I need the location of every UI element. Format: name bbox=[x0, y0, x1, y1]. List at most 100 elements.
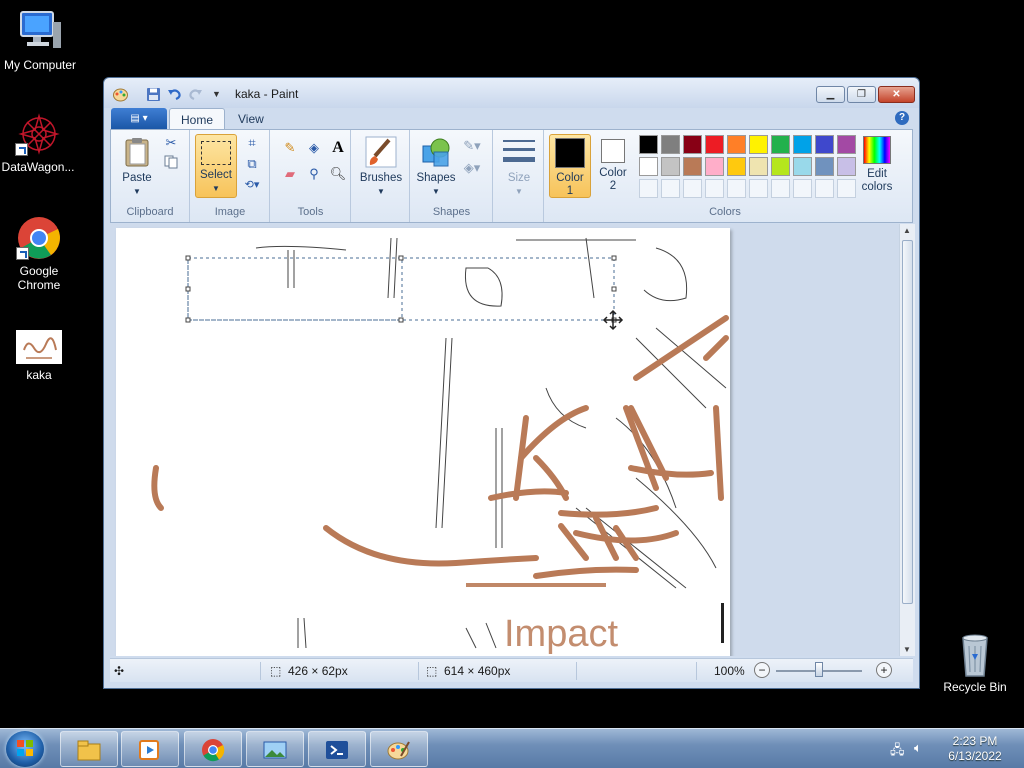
taskbar-media-player[interactable] bbox=[121, 731, 179, 767]
desktop-icon-kaka[interactable]: kaka bbox=[0, 330, 79, 382]
palette-custom-slot[interactable] bbox=[639, 179, 658, 198]
palette-color-swatch[interactable] bbox=[683, 157, 702, 176]
eraser-icon[interactable]: ▰ bbox=[279, 164, 301, 184]
taskbar-chrome[interactable] bbox=[184, 731, 242, 767]
palette-custom-slot[interactable] bbox=[683, 179, 702, 198]
customize-qat-icon[interactable]: ▼ bbox=[209, 87, 224, 102]
select-rectangle-icon bbox=[201, 141, 231, 165]
powershell-icon bbox=[325, 738, 349, 762]
help-icon[interactable]: ? bbox=[895, 111, 909, 125]
palette-color-swatch[interactable] bbox=[815, 135, 834, 154]
network-icon[interactable]: 🖧︎ bbox=[890, 741, 905, 763]
paint-icon bbox=[387, 738, 411, 762]
brushes-button[interactable]: Brushes ▼ bbox=[356, 136, 406, 198]
select-button[interactable]: Select ▼ bbox=[195, 134, 237, 198]
save-icon[interactable] bbox=[146, 87, 161, 102]
start-button[interactable] bbox=[6, 731, 44, 767]
palette-custom-slot[interactable] bbox=[771, 179, 790, 198]
palette-color-swatch[interactable] bbox=[661, 135, 680, 154]
palette-color-swatch[interactable] bbox=[815, 157, 834, 176]
status-bar: ✣ ⬚ 426 × 62px ⬚ 614 × 460px 100% − + bbox=[110, 658, 913, 682]
palette-color-swatch[interactable] bbox=[837, 135, 856, 154]
vertical-scrollbar[interactable]: ▲ ▼ bbox=[899, 224, 915, 656]
maximize-button[interactable]: ❐ bbox=[847, 86, 876, 103]
edit-colors-button[interactable]: Edit colors bbox=[857, 136, 897, 194]
palette-color-swatch[interactable] bbox=[749, 135, 768, 154]
color1-swatch bbox=[555, 138, 585, 168]
color-picker-icon[interactable]: ⚲ bbox=[303, 164, 325, 184]
shapes-button[interactable]: Shapes ▼ bbox=[415, 136, 457, 198]
text-tool-icon[interactable]: A bbox=[327, 138, 349, 158]
title-bar[interactable]: ▼ kaka - Paint ▁ ❐ ✕ bbox=[104, 78, 919, 108]
undo-icon[interactable] bbox=[167, 87, 182, 102]
paste-label: Paste bbox=[122, 172, 152, 184]
palette-color-swatch[interactable] bbox=[793, 135, 812, 154]
ribbon-home: Paste ▼ ✂ Clipboard Select ▼ ⌗ ⧉ ⟲▾ Imag… bbox=[110, 129, 913, 223]
scroll-thumb[interactable] bbox=[902, 240, 913, 604]
color2-button[interactable]: Color 2 bbox=[595, 136, 631, 193]
clipboard-group-label: Clipboard bbox=[126, 206, 174, 218]
color1-button[interactable]: Color 1 bbox=[549, 134, 591, 198]
paste-button[interactable]: Paste ▼ bbox=[117, 136, 157, 198]
clock-time: 2:23 PM bbox=[952, 734, 998, 748]
palette-color-swatch[interactable] bbox=[837, 157, 856, 176]
palette-color-swatch[interactable] bbox=[639, 135, 658, 154]
redo-icon[interactable] bbox=[188, 87, 203, 102]
palette-color-swatch[interactable] bbox=[683, 135, 702, 154]
paint-menu-button[interactable]: ▤ ▾ bbox=[111, 108, 167, 129]
copy-icon[interactable] bbox=[160, 155, 182, 175]
volume-icon[interactable]: 🔈︎ bbox=[914, 740, 922, 756]
cut-icon[interactable]: ✂ bbox=[160, 133, 182, 153]
palette-color-swatch[interactable] bbox=[727, 135, 746, 154]
pencil-icon[interactable]: ✎ bbox=[279, 138, 301, 158]
palette-color-swatch[interactable] bbox=[661, 157, 680, 176]
desktop-icon-google-chrome[interactable]: Google Chrome bbox=[0, 216, 79, 292]
minimize-button[interactable]: ▁ bbox=[816, 86, 845, 103]
scroll-up-icon[interactable]: ▲ bbox=[903, 226, 911, 235]
tab-home[interactable]: Home bbox=[169, 108, 226, 130]
brush-icon bbox=[365, 136, 397, 168]
paint-app-icon[interactable] bbox=[113, 87, 128, 102]
palette-custom-slot[interactable] bbox=[815, 179, 834, 198]
chevron-down-icon: ▼ bbox=[377, 187, 385, 196]
palette-color-swatch[interactable] bbox=[771, 157, 790, 176]
resize-icon[interactable]: ⧉ bbox=[241, 154, 263, 174]
paint-window: ▼ kaka - Paint ▁ ❐ ✕ ▤ ▾ Home View ? Pas… bbox=[103, 77, 920, 689]
drawing-canvas[interactable]: Impact bbox=[116, 228, 730, 656]
crop-icon[interactable]: ⌗ bbox=[241, 133, 263, 153]
palette-color-swatch[interactable] bbox=[749, 157, 768, 176]
taskbar-clock[interactable]: 2:23 PM 6/13/2022 bbox=[940, 734, 1010, 764]
desktop-icon-my-computer[interactable]: My Computer bbox=[0, 10, 80, 72]
zoom-out-button[interactable]: − bbox=[754, 662, 770, 678]
taskbar-paint[interactable] bbox=[370, 731, 428, 767]
taskbar-explorer[interactable] bbox=[60, 731, 118, 767]
taskbar-powershell[interactable] bbox=[308, 731, 366, 767]
palette-color-swatch[interactable] bbox=[771, 135, 790, 154]
rotate-icon[interactable]: ⟲▾ bbox=[241, 175, 263, 195]
shape-fill-icon[interactable]: ◈▾ bbox=[461, 158, 483, 178]
palette-custom-slot[interactable] bbox=[837, 179, 856, 198]
taskbar-photo-viewer[interactable] bbox=[246, 731, 304, 767]
desktop-icon-datawagon[interactable]: DataWagon... bbox=[0, 112, 78, 174]
close-button[interactable]: ✕ bbox=[878, 86, 915, 103]
palette-custom-slot[interactable] bbox=[661, 179, 680, 198]
outline-icon[interactable]: ✎▾ bbox=[461, 136, 483, 156]
fill-icon[interactable]: ◈ bbox=[303, 138, 325, 158]
scroll-down-icon[interactable]: ▼ bbox=[903, 645, 911, 654]
palette-custom-slot[interactable] bbox=[705, 179, 724, 198]
palette-color-swatch[interactable] bbox=[639, 157, 658, 176]
palette-color-swatch[interactable] bbox=[705, 135, 724, 154]
selection-rectangle[interactable] bbox=[187, 257, 403, 321]
palette-color-swatch[interactable] bbox=[705, 157, 724, 176]
zoom-slider-thumb[interactable] bbox=[815, 662, 823, 677]
palette-custom-slot[interactable] bbox=[727, 179, 746, 198]
palette-custom-slot[interactable] bbox=[793, 179, 812, 198]
zoom-in-button[interactable]: + bbox=[876, 662, 892, 678]
desktop-icon-recycle-bin[interactable]: Recycle Bin bbox=[935, 632, 1015, 694]
size-button[interactable]: Size ▼ bbox=[500, 136, 538, 198]
palette-custom-slot[interactable] bbox=[749, 179, 768, 198]
magnifier-icon[interactable]: 🔍︎ bbox=[327, 164, 349, 184]
palette-color-swatch[interactable] bbox=[727, 157, 746, 176]
tab-view[interactable]: View bbox=[227, 108, 275, 130]
palette-color-swatch[interactable] bbox=[793, 157, 812, 176]
